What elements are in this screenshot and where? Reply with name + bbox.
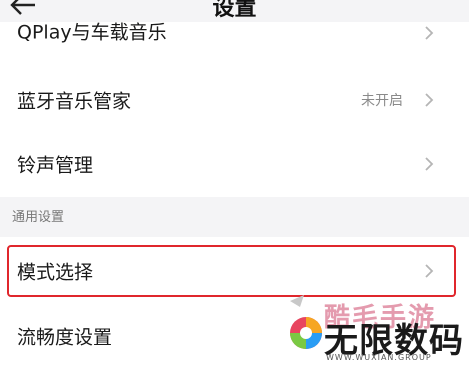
settings-card-top: QPlay与车载音乐 蓝牙音乐管家 未开启 铃声管理 xyxy=(0,0,469,197)
chevron-right-icon xyxy=(425,26,434,40)
chevron-right-icon xyxy=(425,93,434,107)
row-label: 蓝牙音乐管家 xyxy=(17,90,132,113)
watermark-logo-icon xyxy=(290,295,322,349)
chevron-right-icon xyxy=(425,157,434,171)
highlight-box xyxy=(7,245,456,297)
section-header-general: 通用设置 xyxy=(0,197,469,237)
section-title: 通用设置 xyxy=(12,210,65,225)
watermark-url: WWW.WUXIAN.GROUP xyxy=(326,353,432,362)
page-title: 设置 xyxy=(212,0,257,21)
top-bar: 设置 xyxy=(0,0,469,22)
settings-screen: QPlay与车载音乐 蓝牙音乐管家 未开启 铃声管理 设置 通用设置 模式选择 … xyxy=(0,0,469,367)
row-label: 流畅度设置 xyxy=(17,326,113,349)
row-status-value: 未开启 xyxy=(361,93,403,109)
settings-row-bluetooth-music[interactable]: 蓝牙音乐管家 未开启 xyxy=(0,68,469,132)
settings-row-ringtone[interactable]: 铃声管理 xyxy=(0,132,469,196)
watermark: 酷毛手游 无限数码 WWW.WUXIAN.GROUP xyxy=(284,293,469,367)
row-label: 铃声管理 xyxy=(17,154,94,177)
